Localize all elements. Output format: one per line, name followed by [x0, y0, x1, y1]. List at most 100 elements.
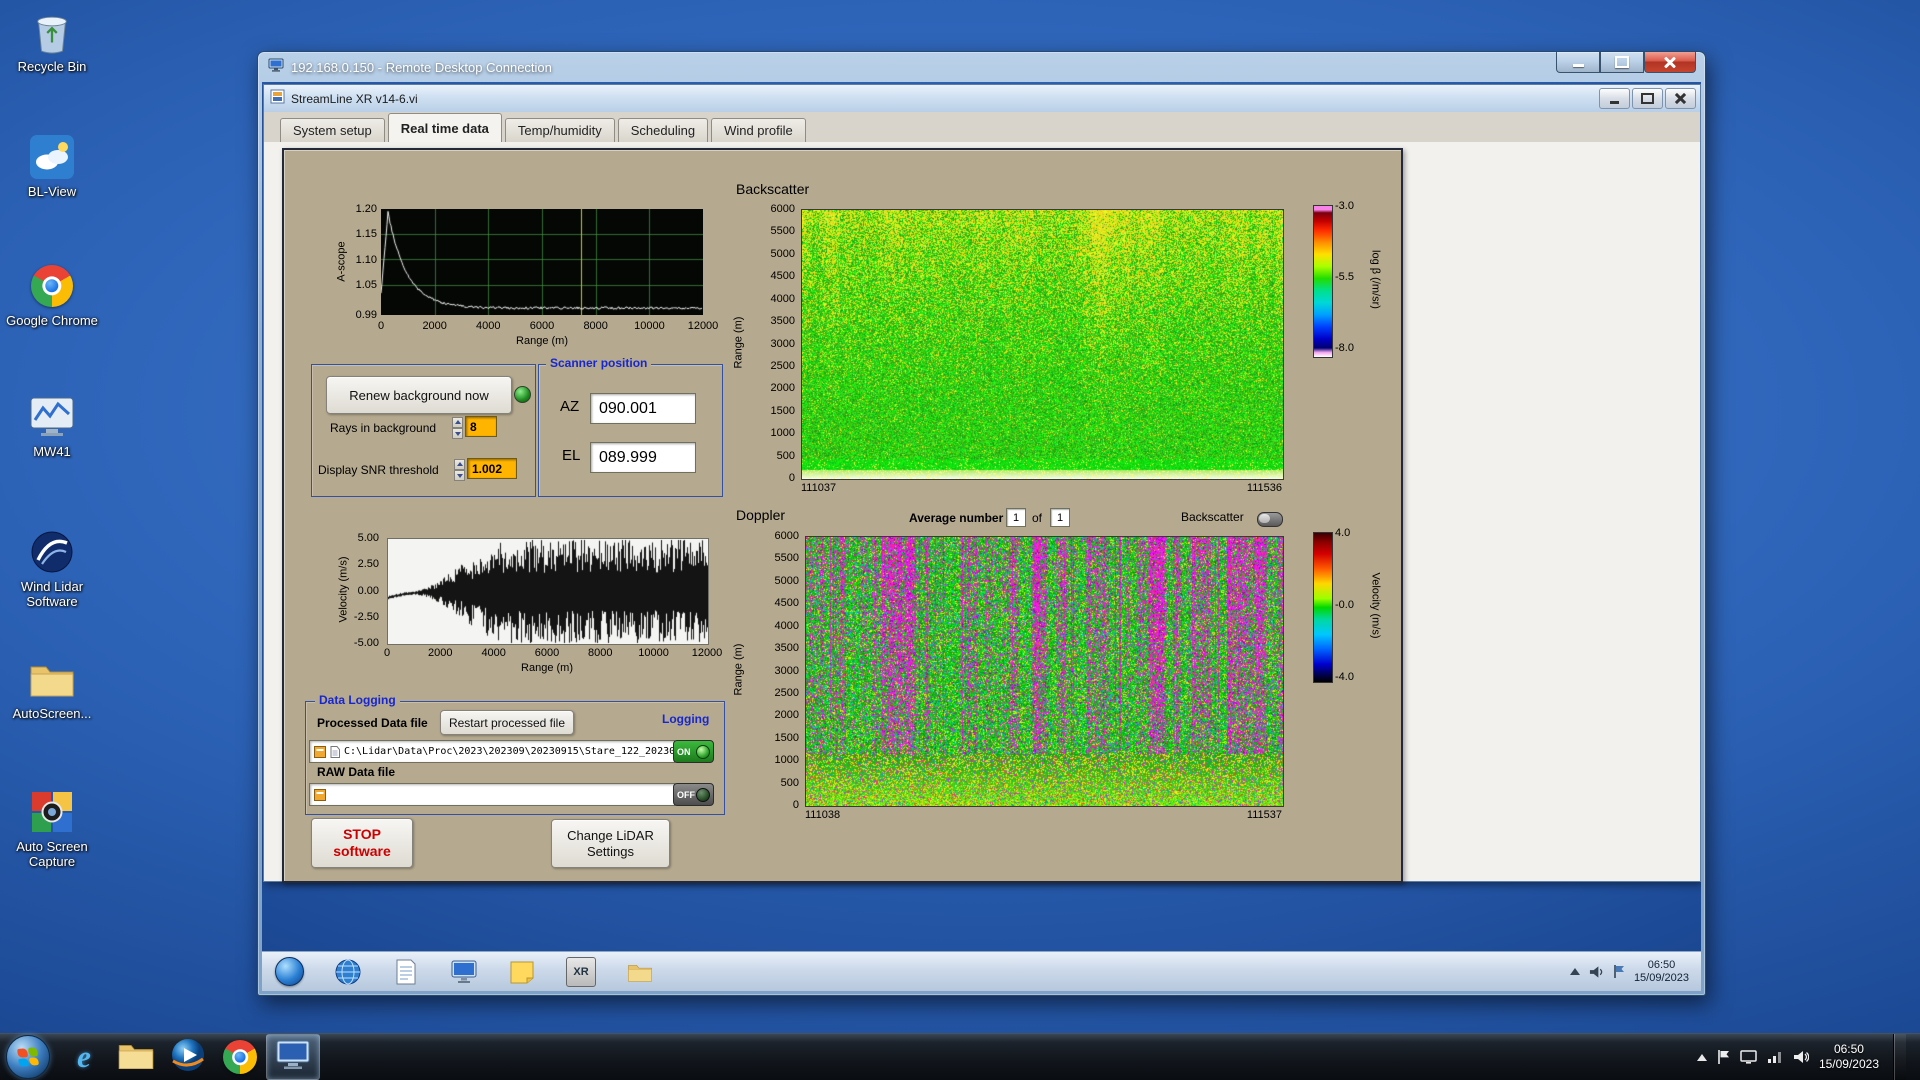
- doppler-y-tick: 1000: [754, 754, 799, 766]
- ascope-x-tick: 12000: [681, 320, 725, 332]
- backscatter-y-tick: 5500: [750, 225, 795, 237]
- tab-system-setup[interactable]: System setup: [280, 118, 385, 142]
- remote-clock[interactable]: 06:50 15/09/2023: [1634, 959, 1689, 985]
- app-maximize-button[interactable]: [1632, 88, 1663, 109]
- doppler-heatmap[interactable]: [805, 536, 1284, 807]
- sticky-notes-icon[interactable]: [508, 958, 536, 986]
- chrome-icon: [223, 1040, 257, 1074]
- taskbar-chrome[interactable]: [214, 1035, 266, 1079]
- globe-icon[interactable]: [334, 958, 362, 986]
- hidden-icons-arrow[interactable]: [1570, 968, 1580, 975]
- processed-path-field[interactable]: C:\Lidar\Data\Proc\2023\202309\20230915\…: [309, 740, 675, 763]
- remote-system-tray: 06:50 15/09/2023: [1570, 952, 1689, 991]
- az-value-field[interactable]: 090.001: [590, 393, 696, 424]
- volume-icon[interactable]: [1589, 965, 1604, 979]
- app-titlebar[interactable]: StreamLine XR v14-6.vi: [264, 85, 1700, 113]
- rdp-minimize-button[interactable]: [1556, 52, 1600, 73]
- app-window-streamline: StreamLine XR v14-6.vi System setup Real…: [263, 84, 1701, 882]
- app-minimize-button[interactable]: [1599, 88, 1630, 109]
- taskbar-file-explorer[interactable]: [110, 1035, 162, 1079]
- processed-data-file-label: Processed Data file: [317, 716, 428, 730]
- rdp-window-icon: [268, 58, 284, 77]
- desktop-icon-bl-view[interactable]: BL-View: [2, 133, 102, 199]
- average-of-field[interactable]: 1: [1050, 508, 1070, 527]
- taskbar-clock[interactable]: 06:50 15/09/2023: [1819, 1042, 1879, 1072]
- colorbar-tick: -0.0: [1335, 599, 1354, 611]
- change-lidar-settings-button[interactable]: Change LiDAR Settings: [551, 819, 670, 868]
- notepad-icon[interactable]: [392, 958, 420, 986]
- backscatter-y-tick: 500: [750, 450, 795, 462]
- taskbar-media-player[interactable]: [162, 1035, 214, 1079]
- ascope-plot[interactable]: [381, 209, 703, 315]
- raw-logging-toggle[interactable]: OFF: [673, 783, 714, 806]
- rdp-window-title: 192.168.0.150 - Remote Desktop Connectio…: [291, 60, 552, 75]
- desktop-icon-label: Google Chrome: [6, 313, 98, 328]
- velocity-y-tick: 2.50: [337, 558, 379, 570]
- taskbar-remote-desktop[interactable]: [266, 1034, 320, 1080]
- doppler-y-tick: 2000: [754, 709, 799, 721]
- processed-logging-toggle[interactable]: ON: [673, 740, 714, 763]
- snr-value-field[interactable]: 1.002: [467, 458, 517, 479]
- folder-icon[interactable]: [626, 958, 654, 986]
- tab-wind-profile[interactable]: Wind profile: [711, 118, 806, 142]
- snr-spinner[interactable]: [454, 459, 465, 481]
- rdp-titlebar[interactable]: 192.168.0.150 - Remote Desktop Connectio…: [258, 52, 1705, 82]
- stop-software-button[interactable]: STOP software: [311, 818, 413, 868]
- desktop-icon-google-chrome[interactable]: Google Chrome: [2, 262, 102, 328]
- rdp-maximize-button[interactable]: [1600, 52, 1644, 73]
- backscatter-colorbar: [1313, 205, 1333, 358]
- renew-background-led: [514, 386, 531, 403]
- network-icon[interactable]: [1767, 1050, 1783, 1064]
- desktop-icon-wind-lidar[interactable]: Wind Lidar Software: [2, 528, 102, 609]
- remote-start-orb[interactable]: [275, 957, 304, 986]
- colorbar-tick: 4.0: [1335, 527, 1350, 539]
- desktop-icon-recycle-bin[interactable]: Recycle Bin: [2, 8, 102, 74]
- doppler-y-tick: 0: [754, 799, 799, 811]
- display-icon[interactable]: [450, 958, 478, 986]
- desktop-icon-label: BL-View: [28, 184, 76, 199]
- doppler-colorbar-label: Velocity (m/s): [1369, 546, 1382, 666]
- app-close-button[interactable]: [1665, 88, 1696, 109]
- start-button[interactable]: [6, 1035, 50, 1079]
- backscatter-display-toggle[interactable]: [1257, 512, 1283, 527]
- ascope-x-axis-label: Range (m): [482, 335, 602, 348]
- volume-icon[interactable]: [1793, 1050, 1809, 1064]
- rays-in-background-label: Rays in background: [330, 421, 436, 435]
- rdp-close-button[interactable]: [1644, 52, 1696, 73]
- rays-value-field[interactable]: 8: [465, 416, 497, 437]
- desktop-icon-auto-screen-capture[interactable]: Auto Screen Capture: [2, 788, 102, 869]
- colorbar-tick: -4.0: [1335, 671, 1354, 683]
- backscatter-title: Backscatter: [736, 182, 809, 196]
- action-center-flag-icon[interactable]: [1717, 1049, 1730, 1065]
- mw41-icon: [28, 393, 76, 441]
- rdp-window: 192.168.0.150 - Remote Desktop Connectio…: [257, 51, 1706, 996]
- show-desktop-button[interactable]: [1893, 1034, 1906, 1080]
- desktop-icon-autoscreen[interactable]: AutoScreen...: [2, 655, 102, 721]
- desktop-icon-label: Wind Lidar Software: [4, 579, 100, 609]
- tab-scheduling[interactable]: Scheduling: [618, 118, 708, 142]
- backscatter-heatmap[interactable]: [801, 209, 1284, 480]
- folder-icon: [28, 655, 76, 703]
- average-number-field[interactable]: 1: [1006, 508, 1026, 527]
- restart-processed-file-button[interactable]: Restart processed file: [440, 710, 574, 735]
- renew-background-button[interactable]: Renew background now: [326, 376, 512, 414]
- ascope-x-tick: 6000: [520, 320, 564, 332]
- backscatter-y-tick: 5000: [750, 248, 795, 260]
- raw-path-field[interactable]: [309, 783, 675, 806]
- tab-temp-humidity[interactable]: Temp/humidity: [505, 118, 615, 142]
- flag-icon[interactable]: [1613, 964, 1625, 979]
- taskbar-internet-explorer[interactable]: e: [58, 1035, 110, 1079]
- streamline-xr-icon[interactable]: XR: [566, 957, 596, 987]
- remote-taskbar: XR 06:50 15/09/2023: [262, 951, 1701, 991]
- el-value-field[interactable]: 089.999: [590, 442, 696, 473]
- tab-real-time-data[interactable]: Real time data: [388, 113, 502, 142]
- doppler-y-tick: 5500: [754, 552, 799, 564]
- el-label: EL: [562, 449, 580, 463]
- velocity-y-tick: -2.50: [337, 611, 379, 623]
- rdp-monitor-icon[interactable]: [1740, 1050, 1757, 1065]
- desktop-icon-mw41[interactable]: MW41: [2, 393, 102, 459]
- auto-screen-capture-icon: [28, 788, 76, 836]
- rays-spinner[interactable]: [452, 417, 463, 439]
- hidden-icons-arrow[interactable]: [1697, 1054, 1707, 1061]
- velocity-plot[interactable]: [387, 538, 709, 645]
